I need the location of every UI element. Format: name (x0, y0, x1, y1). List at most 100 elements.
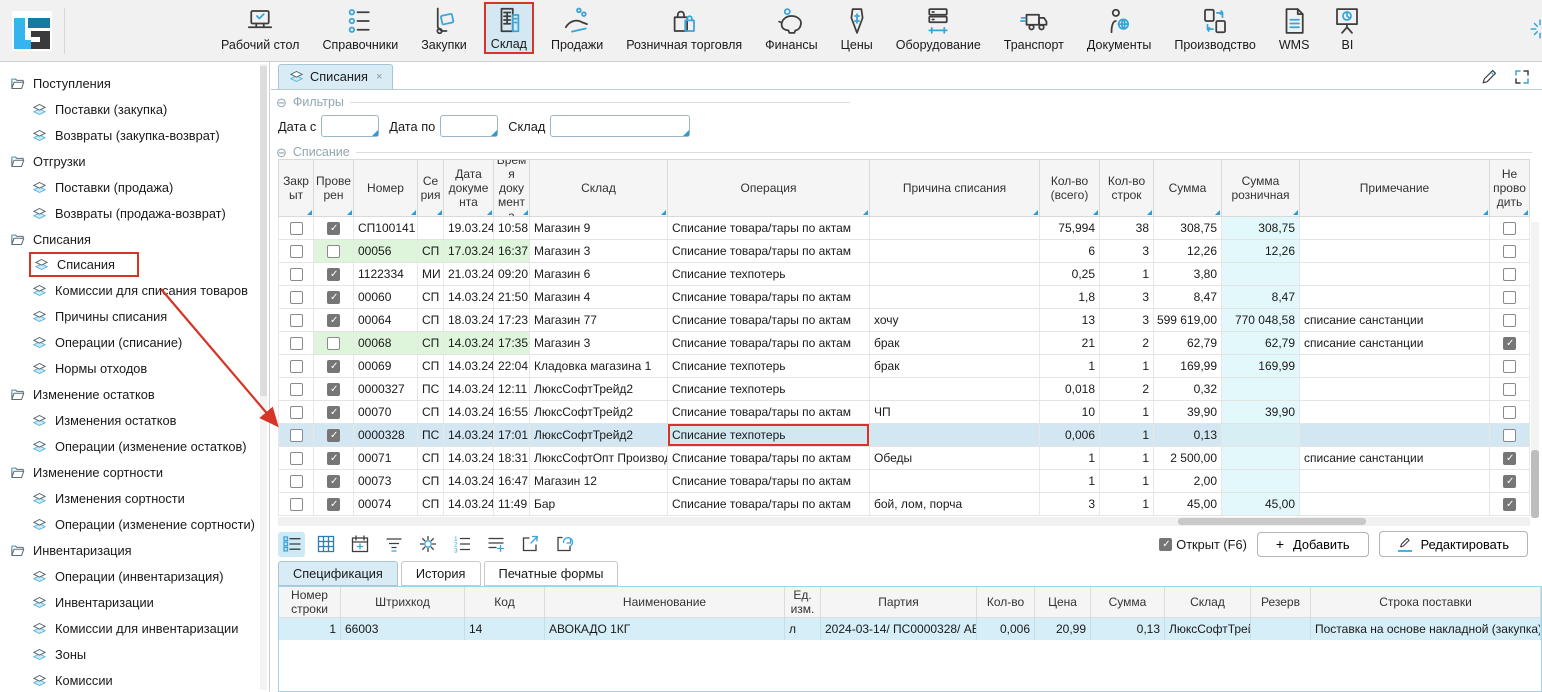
spec-column-header[interactable]: Склад (1165, 587, 1251, 618)
table-row[interactable]: 00060СП14.03.2421:50Магазин 4Списание то… (278, 286, 1530, 309)
cell-doc_date[interactable]: 14.03.24 (444, 447, 494, 469)
toolbar-item-transport[interactable]: Транспорт (998, 4, 1070, 54)
cell-reason[interactable]: хочу (870, 309, 1040, 331)
settings-gear-icon[interactable] (414, 532, 441, 557)
cell-doc_time[interactable]: 22:04 (494, 355, 530, 377)
table-row[interactable]: 0000327ПС14.03.2412:11ЛюксСофтТрейд2Спис… (278, 378, 1530, 401)
fullscreen-icon[interactable] (1514, 69, 1530, 85)
cell-qty_total[interactable]: 75,994 (1040, 217, 1100, 239)
cell-note[interactable] (1300, 217, 1490, 239)
cell-sum_retail[interactable] (1222, 424, 1300, 446)
cell-operation[interactable]: Списание техпотерь (668, 355, 870, 377)
spec-column-header[interactable]: Код (465, 587, 545, 618)
sidebar-item-Возвраты (продажа-возврат)[interactable]: Возвраты (продажа-возврат) (32, 200, 232, 226)
cell-sum_retail[interactable]: 62,79 (1222, 332, 1300, 354)
checkbox[interactable] (1503, 222, 1516, 235)
checkbox[interactable] (327, 245, 340, 258)
checkbox[interactable] (290, 360, 303, 373)
sidebar-group-Изменение сортности[interactable]: Изменение сортности (0, 459, 269, 485)
cell-number[interactable]: 00070 (354, 401, 418, 423)
cell-doc_time[interactable]: 11:49 (494, 493, 530, 515)
checkbox[interactable] (327, 360, 340, 373)
edit-button[interactable]: Редактировать (1379, 531, 1528, 557)
checkbox[interactable] (327, 452, 340, 465)
toolbar-item-wms[interactable]: WMS (1273, 4, 1316, 54)
checkbox[interactable] (290, 383, 303, 396)
cell-row_count[interactable]: 1 (1100, 355, 1154, 377)
open-f6-checkbox[interactable]: Открыт (F6) (1159, 537, 1247, 552)
toolbar-item-prices[interactable]: Цены (835, 4, 879, 54)
cell-warehouse[interactable]: ЛюксСофтТрейд2 (530, 378, 668, 400)
cell-doc_date[interactable]: 14.03.24 (444, 424, 494, 446)
cell-qty_total[interactable]: 10 (1040, 401, 1100, 423)
cell-warehouse[interactable]: Кладовка магазина 1 (530, 355, 668, 377)
horizontal-scrollbar-thumb[interactable] (1178, 518, 1366, 525)
cell-warehouse[interactable]: ЛюксСофтОпт Производ (530, 447, 668, 469)
checkbox[interactable] (1503, 268, 1516, 281)
table-row[interactable]: 00068СП14.03.2417:35Магазин 3Списание то… (278, 332, 1530, 355)
checkbox[interactable] (1503, 360, 1516, 373)
tab-close-icon[interactable]: × (376, 71, 382, 83)
toolbar-item-documents[interactable]: Документы (1081, 4, 1157, 54)
checkbox[interactable] (1503, 475, 1516, 488)
sidebar-scrollbar-thumb[interactable] (260, 66, 267, 396)
checkbox[interactable] (290, 291, 303, 304)
checkbox[interactable] (290, 222, 303, 235)
cell-series[interactable]: СП (418, 355, 444, 377)
cell-doc_time[interactable]: 12:11 (494, 378, 530, 400)
column-header-operation[interactable]: Операция (668, 159, 870, 217)
cell-operation[interactable]: Списание товара/тары по актам (668, 240, 870, 262)
cell-doc_date[interactable]: 14.03.24 (444, 378, 494, 400)
cell-note[interactable] (1300, 286, 1490, 308)
cell-sum_retail[interactable] (1222, 378, 1300, 400)
horizontal-scrollbar[interactable] (278, 517, 1530, 526)
cell-operation[interactable]: Списание товара/тары по актам (668, 332, 870, 354)
tab-spisaniya[interactable]: Списания × (278, 64, 393, 89)
spec-cell[interactable]: 14 (465, 618, 545, 640)
calendar-add-icon[interactable] (346, 532, 373, 557)
sidebar-item-Причины списания[interactable]: Причины списания (32, 303, 173, 329)
checkbox[interactable] (1503, 383, 1516, 396)
cell-doc_time[interactable]: 18:31 (494, 447, 530, 469)
cell-doc_date[interactable]: 14.03.24 (444, 401, 494, 423)
cell-sum_retail[interactable]: 770 048,58 (1222, 309, 1300, 331)
sidebar-item-Комиссии для списания товаров[interactable]: Комиссии для списания товаров (32, 277, 254, 303)
table-row[interactable]: СП10014119.03.2410:58Магазин 9Списание т… (278, 217, 1530, 240)
cell-note[interactable]: списание санстанции (1300, 447, 1490, 469)
cell-sum[interactable]: 169,99 (1154, 355, 1222, 377)
cell-note[interactable]: списание санстанции (1300, 332, 1490, 354)
filter-warehouse-input[interactable] (550, 115, 690, 137)
checkbox[interactable] (1503, 337, 1516, 350)
cell-warehouse[interactable]: Магазин 77 (530, 309, 668, 331)
cell-reason[interactable] (870, 470, 1040, 492)
checkbox[interactable] (1503, 498, 1516, 511)
cell-qty_total[interactable]: 1,8 (1040, 286, 1100, 308)
checkbox[interactable] (290, 314, 303, 327)
checkbox[interactable] (290, 498, 303, 511)
spec-column-header[interactable]: Штрихкод (341, 587, 465, 618)
sidebar-group-Изменение остатков[interactable]: Изменение остатков (0, 381, 269, 407)
cell-series[interactable]: СП (418, 493, 444, 515)
grid-group-header[interactable]: ⊖ Списание (276, 145, 1542, 159)
cell-sum[interactable]: 599 619,00 (1154, 309, 1222, 331)
cell-series[interactable]: СП (418, 401, 444, 423)
spec-column-header[interactable]: Партия (821, 587, 977, 618)
cell-warehouse[interactable]: Магазин 9 (530, 217, 668, 239)
sidebar-item-Операции (изменение остатков)[interactable]: Операции (изменение остатков) (32, 433, 253, 459)
cell-note[interactable] (1300, 493, 1490, 515)
spec-cell[interactable]: 66003 (341, 618, 465, 640)
list-view-icon[interactable] (278, 532, 305, 557)
cell-qty_total[interactable]: 6 (1040, 240, 1100, 262)
cell-operation[interactable]: Списание товара/тары по актам (668, 309, 870, 331)
cell-number[interactable]: 0000327 (354, 378, 418, 400)
cell-number[interactable]: 00073 (354, 470, 418, 492)
cell-number[interactable]: 00069 (354, 355, 418, 377)
cell-sum[interactable]: 0,13 (1154, 424, 1222, 446)
toolbar-item-bi[interactable]: BI (1326, 4, 1368, 54)
cell-sum[interactable]: 62,79 (1154, 332, 1222, 354)
edit-pencil-icon[interactable] (1480, 67, 1499, 86)
spec-column-header[interactable]: Цена (1035, 587, 1091, 618)
detail-tab-Печатные формы[interactable]: Печатные формы (484, 561, 619, 586)
checkbox[interactable] (327, 314, 340, 327)
column-header-warehouse[interactable]: Склад (530, 159, 668, 217)
